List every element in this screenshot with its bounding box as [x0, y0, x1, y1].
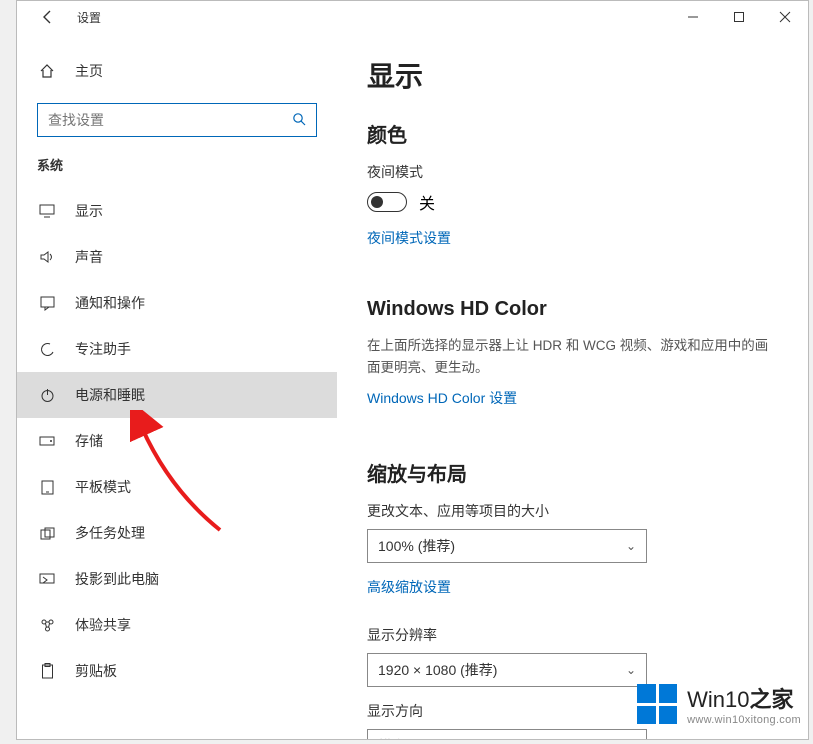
watermark: Win10之家 www.win10xitong.com — [637, 682, 801, 726]
scale-heading: 缩放与布局 — [367, 458, 778, 487]
sidebar-item-label: 剪贴板 — [75, 661, 117, 681]
scale-value: 100% (推荐) — [378, 536, 455, 556]
maximize-button[interactable] — [716, 1, 762, 33]
page-title: 显示 — [367, 55, 778, 95]
sidebar-item-power-sleep[interactable]: 电源和睡眠 — [17, 372, 337, 418]
color-heading: 颜色 — [367, 119, 778, 148]
focus-assist-icon — [37, 342, 57, 357]
sidebar-item-sound[interactable]: 声音 — [17, 234, 337, 280]
chevron-down-icon: ⌄ — [626, 663, 636, 677]
content-pane: 显示 颜色 夜间模式 关 夜间模式设置 Windows HD Color 在上面… — [337, 33, 808, 739]
night-light-toggle-row: 关 — [367, 190, 778, 214]
watermark-url: www.win10xitong.com — [687, 714, 801, 726]
minimize-button[interactable] — [670, 1, 716, 33]
sidebar-item-label: 存储 — [75, 431, 103, 451]
sidebar-item-label: 显示 — [75, 201, 103, 221]
settings-window: 设置 主页 系统 — [16, 0, 809, 740]
nav-list: 显示 声音 通知和操作 专注助手 电源和睡眠 — [17, 188, 337, 694]
hd-color-heading: Windows HD Color — [367, 298, 778, 321]
sidebar-item-label: 体验共享 — [75, 615, 131, 635]
home-link[interactable]: 主页 — [17, 53, 337, 89]
power-icon — [37, 388, 57, 403]
sidebar-item-label: 投影到此电脑 — [75, 569, 159, 589]
resolution-value: 1920 × 1080 (推荐) — [378, 660, 497, 680]
sidebar-group-label: 系统 — [17, 155, 337, 188]
hd-color-desc: 在上面所选择的显示器上让 HDR 和 WCG 视频、游戏和应用中的画面更明亮、更… — [367, 335, 778, 378]
storage-icon — [37, 435, 57, 447]
project-icon — [37, 573, 57, 586]
sidebar-item-notifications[interactable]: 通知和操作 — [17, 280, 337, 326]
orientation-value: 横向 — [378, 736, 406, 739]
sidebar-item-focus-assist[interactable]: 专注助手 — [17, 326, 337, 372]
scale-label: 更改文本、应用等项目的大小 — [367, 501, 778, 521]
hd-color-settings-link[interactable]: Windows HD Color 设置 — [367, 388, 517, 408]
search-box[interactable] — [37, 103, 317, 137]
sidebar-item-display[interactable]: 显示 — [17, 188, 337, 234]
titlebar: 设置 — [17, 1, 808, 33]
sound-icon — [37, 250, 57, 264]
resolution-dropdown[interactable]: 1920 × 1080 (推荐) ⌄ — [367, 653, 647, 687]
multitask-icon — [37, 527, 57, 540]
night-light-label: 夜间模式 — [367, 162, 778, 182]
sidebar: 主页 系统 显示 声音 — [17, 33, 337, 739]
sidebar-item-storage[interactable]: 存储 — [17, 418, 337, 464]
sidebar-item-project[interactable]: 投影到此电脑 — [17, 556, 337, 602]
sidebar-item-multitasking[interactable]: 多任务处理 — [17, 510, 337, 556]
night-light-state: 关 — [419, 190, 435, 214]
watermark-brand: Win10之家 — [687, 682, 801, 714]
windows-logo-icon — [637, 684, 677, 724]
resolution-label: 显示分辨率 — [367, 625, 778, 645]
sidebar-item-clipboard[interactable]: 剪贴板 — [17, 648, 337, 694]
search-wrap — [37, 103, 317, 137]
clipboard-icon — [37, 663, 57, 679]
chevron-down-icon: ⌄ — [626, 539, 636, 553]
night-light-settings-link[interactable]: 夜间模式设置 — [367, 228, 451, 248]
back-button[interactable] — [37, 6, 59, 28]
sidebar-item-label: 多任务处理 — [75, 523, 145, 543]
tablet-icon — [37, 480, 57, 495]
display-icon — [37, 204, 57, 218]
window-controls — [670, 1, 808, 33]
notifications-icon — [37, 296, 57, 311]
orientation-dropdown[interactable]: 横向 ⌄ — [367, 729, 647, 739]
sidebar-item-label: 声音 — [75, 247, 103, 267]
search-input[interactable] — [48, 112, 292, 128]
shared-experience-icon — [37, 618, 57, 633]
sidebar-item-label: 电源和睡眠 — [75, 385, 145, 405]
home-icon — [37, 63, 57, 79]
sidebar-item-label: 通知和操作 — [75, 293, 145, 313]
advanced-scaling-link[interactable]: 高级缩放设置 — [367, 577, 451, 597]
close-button[interactable] — [762, 1, 808, 33]
home-label: 主页 — [75, 61, 103, 81]
sidebar-item-tablet-mode[interactable]: 平板模式 — [17, 464, 337, 510]
sidebar-item-label: 专注助手 — [75, 339, 131, 359]
sidebar-item-shared-experience[interactable]: 体验共享 — [17, 602, 337, 648]
night-light-toggle[interactable] — [367, 192, 407, 212]
app-title: 设置 — [77, 9, 101, 26]
search-icon — [292, 112, 306, 129]
sidebar-item-label: 平板模式 — [75, 477, 131, 497]
scale-dropdown[interactable]: 100% (推荐) ⌄ — [367, 529, 647, 563]
window-body: 主页 系统 显示 声音 — [17, 33, 808, 739]
